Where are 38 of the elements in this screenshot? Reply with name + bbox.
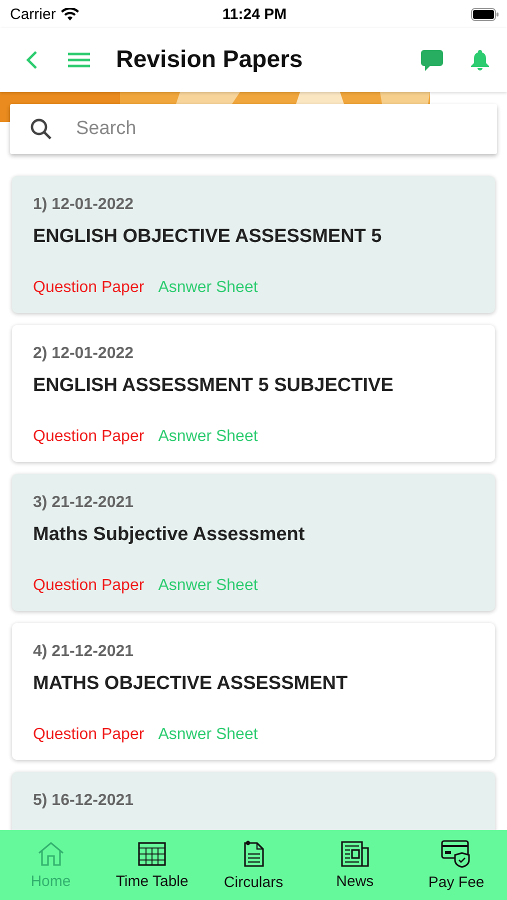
tab-item[interactable]: Circulars <box>202 830 304 900</box>
search-icon <box>30 118 52 140</box>
tab-item[interactable]: Pay Fee <box>406 830 507 900</box>
paper-title: Maths Subjective Assessment <box>33 524 306 546</box>
paper-title: ENGLISH ASSESSMENT 5 SUBJECTIVE <box>33 375 394 397</box>
tab-item[interactable]: Time Table <box>101 830 203 900</box>
bell-icon <box>471 50 489 70</box>
paper-card[interactable]: 4) 21-12-2021 MATHS OBJECTIVE ASSESSMENT Question Paper Asnwer Sheet <box>12 623 495 760</box>
clock-time: 11:24 PM <box>222 6 287 22</box>
paper-date: 5) 16-12-2021 <box>33 792 135 810</box>
paper-card[interactable]: 2) 12-01-2022 ENGLISH ASSESSMENT 5 SUBJECTIVE Question Paper Asnwer Sheet <box>12 325 495 462</box>
question-paper-link[interactable]: Question Paper <box>33 279 144 297</box>
paper-date: 4) 21-12-2021 <box>33 643 135 661</box>
paper-date: 2) 12-01-2022 <box>33 345 135 363</box>
paper-card[interactable]: 5) 16-12-2021 <box>12 772 495 830</box>
question-paper-link[interactable]: Question Paper <box>33 428 144 446</box>
home-icon <box>36 840 65 866</box>
card-shield-icon <box>441 840 472 868</box>
paper-card[interactable]: 3) 21-12-2021 Maths Subjective Assessment Question Paper Asnwer Sheet <box>12 474 495 611</box>
newspaper-icon <box>340 840 369 866</box>
wifi-icon <box>60 8 79 20</box>
menu-icon <box>68 52 90 68</box>
battery-icon <box>471 8 499 20</box>
page-title: Revision Papers <box>116 46 303 74</box>
search-field[interactable]: Search <box>10 104 497 154</box>
back-icon <box>26 50 38 70</box>
paper-date: 1) 12-01-2022 <box>33 196 135 214</box>
paper-title: ENGLISH OBJECTIVE ASSESSMENT 5 <box>33 226 383 248</box>
paper-title: MATHS OBJECTIVE ASSESSMENT <box>33 673 349 695</box>
tab-item[interactable]: News <box>304 830 406 900</box>
paper-card[interactable]: 1) 12-01-2022 ENGLISH OBJECTIVE ASSESSMENT 5 Question Paper Asnwer Sheet <box>12 176 495 313</box>
paper-date: 3) 21-12-2021 <box>33 494 135 512</box>
calendar-icon <box>138 840 166 866</box>
document-icon <box>242 840 265 868</box>
question-paper-link[interactable]: Question Paper <box>33 726 144 744</box>
question-paper-link[interactable]: Question Paper <box>33 577 144 595</box>
chat-icon <box>421 50 443 70</box>
carrier-name: Carrier <box>10 6 56 22</box>
